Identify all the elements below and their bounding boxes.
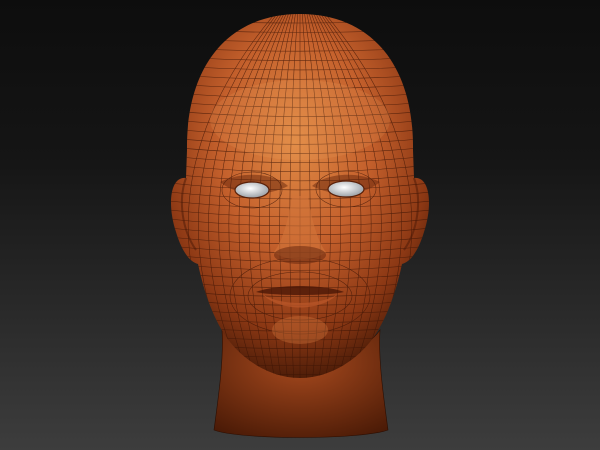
right-eye	[327, 180, 365, 198]
3d-viewport[interactable]	[0, 0, 600, 450]
head-sculpt-render	[170, 14, 430, 438]
left-eye	[234, 181, 270, 199]
